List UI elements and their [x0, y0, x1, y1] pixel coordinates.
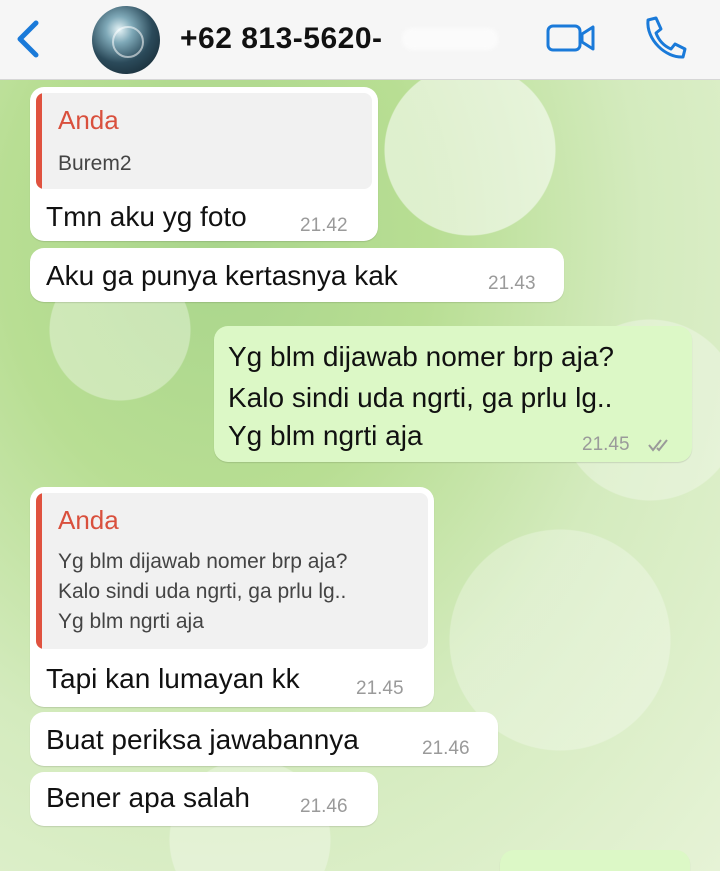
video-camera-icon[interactable] [546, 22, 596, 54]
message-text: Buat periksa jawabannya [46, 724, 359, 755]
message-bubble[interactable]: Anda Burem2 Tmn aku yg foto 21.42 [30, 87, 378, 241]
message-text: Tmn aku yg foto [46, 201, 247, 232]
message-text: Tapi kan lumayan kk [46, 663, 300, 694]
message-bubble[interactable]: Bener apa salah 21.46 [30, 772, 378, 826]
message-time: 21.43 [488, 273, 536, 294]
avatar[interactable] [92, 6, 160, 74]
quote-text: Burem2 [58, 152, 132, 175]
message-bubble[interactable]: Yg blm dijawab nomer brp aja? Kalo sindi… [214, 326, 692, 462]
message-text: Yg blm dijawab nomer brp aja? [228, 341, 614, 372]
message-time: 21.46 [422, 738, 470, 759]
quoted-message[interactable]: Anda Burem2 [36, 93, 372, 189]
message-bubble[interactable]: Aku ga punya kertasnya kak 21.43 [30, 248, 564, 302]
message-text: Kalo sindi uda ngrti, ga prlu lg.. [228, 382, 613, 413]
phone-icon[interactable] [640, 14, 688, 60]
read-receipt-icon [648, 439, 668, 452]
chat-area[interactable]: Anda Burem2 Tmn aku yg foto 21.42 Aku ga… [0, 80, 720, 871]
message-time: 21.46 [300, 796, 348, 817]
quote-text: Yg blm dijawab nomer brp aja? [58, 550, 348, 573]
chevron-left-icon[interactable] [12, 18, 46, 60]
message-text: Bener apa salah [46, 782, 250, 813]
quote-text: Kalo sindi uda ngrti, ga prlu lg.. [58, 580, 347, 603]
redacted-number [402, 28, 498, 50]
message-bubble[interactable]: Anda Yg blm dijawab nomer brp aja? Kalo … [30, 487, 434, 707]
contact-name[interactable]: +62 813-5620- [180, 22, 383, 56]
quote-text: Yg blm ngrti aja [58, 610, 204, 633]
chat-header: +62 813-5620- [0, 0, 720, 80]
message-time: 21.45 [356, 678, 404, 699]
message-bubble[interactable]: Buat periksa jawabannya 21.46 [30, 712, 498, 766]
message-time: 21.42 [300, 215, 348, 236]
quote-author: Anda [58, 505, 119, 535]
quoted-message[interactable]: Anda Yg blm dijawab nomer brp aja? Kalo … [36, 493, 428, 649]
message-bubble-partial[interactable] [500, 850, 690, 871]
message-time: 21.45 [582, 434, 630, 455]
message-text: Aku ga punya kertasnya kak [46, 260, 398, 291]
quote-bar [36, 93, 42, 189]
quote-author: Anda [58, 105, 119, 135]
quote-bar [36, 493, 42, 649]
message-text: Yg blm ngrti aja [228, 420, 423, 451]
